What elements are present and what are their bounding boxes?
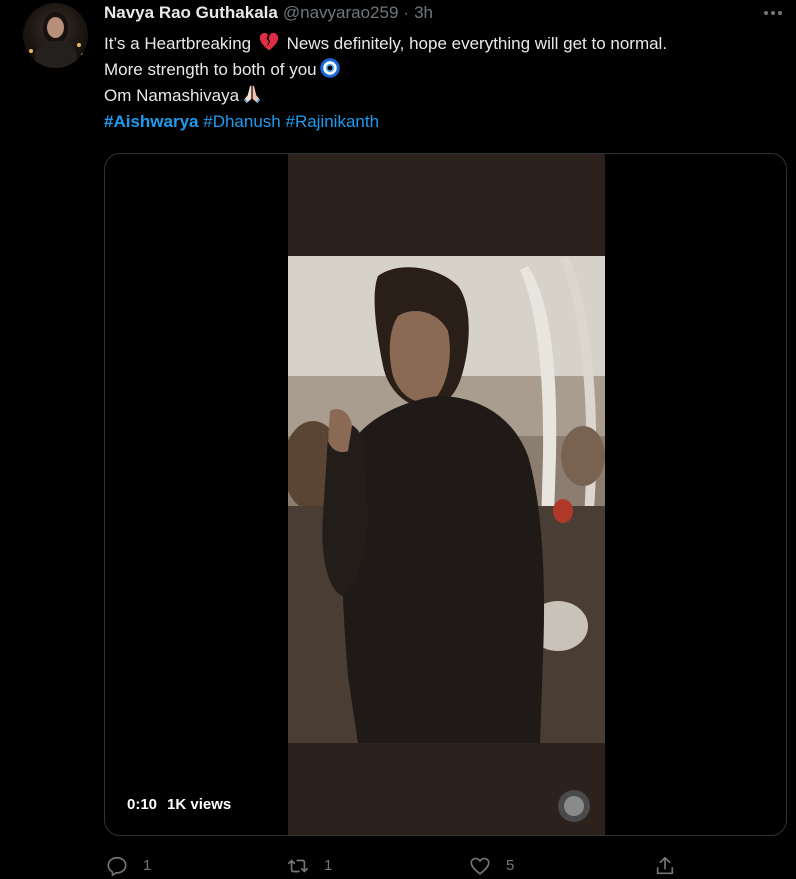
video-play-indicator-button[interactable] [558,790,590,822]
tweet-text-segment: More strength to both of you [104,60,317,79]
play-indicator-icon [564,796,584,816]
video-views: 1K views [167,796,232,813]
tweet-text-segment: News definitely, hope everything will ge… [286,34,668,53]
more-options-button[interactable] [760,5,786,21]
video-duration: 0:10 [127,796,158,813]
video-content[interactable] [288,154,605,835]
tweet[interactable]: Navya Rao Guthakala @navyarao259 · 3h It… [0,0,796,879]
reply-icon [107,856,127,876]
folded-hands-icon [244,85,261,104]
tweet-timestamp[interactable]: 3h [414,3,433,23]
tweet-text-line-3: Om Namashivaya [104,83,794,109]
retweet-count: 1 [324,857,333,874]
tweet-text-line-1: It’s a Heartbreaking News definitely, ho… [104,31,794,57]
like-count: 5 [506,857,515,874]
heart-icon [470,857,490,875]
share-button[interactable] [654,852,676,879]
avatar-face [47,17,64,38]
tweet-hashtags: #Aishwarya #Dhanush #Rajinikanth [104,109,794,135]
video-frame [288,256,605,743]
reply-button[interactable]: 1 [106,852,151,879]
retweet-button[interactable]: 1 [287,852,332,879]
nazar-amulet-icon [319,58,340,78]
retweet-icon [288,859,308,872]
header-separator: · [403,3,410,22]
hashtag-dhanush[interactable]: #Dhanush [203,112,281,131]
tweet-header: Navya Rao Guthakala @navyarao259 · 3h [104,2,433,24]
tweet-text-segment: Om Namashivaya [104,86,240,105]
broken-heart-icon [259,32,279,51]
more-dots-icon [764,11,782,15]
tweet-text: It’s a Heartbreaking News definitely, ho… [104,31,794,135]
share-icon [656,856,674,874]
author-handle[interactable]: @navyarao259 [283,3,399,23]
reply-count: 1 [143,857,152,874]
author-name[interactable]: Navya Rao Guthakala [104,3,278,23]
avatar-background-lights [29,49,33,53]
like-button[interactable]: 5 [469,852,514,879]
avatar[interactable] [23,3,88,68]
tweet-text-segment: It’s a Heartbreaking [104,34,252,53]
video-player[interactable]: 0:10 1K views [104,153,787,836]
video-info-badge: 0:10 1K views [127,796,231,816]
avatar-body [35,41,77,68]
tweet-actions: 1 1 5 [0,852,796,879]
video-scene-image [288,256,605,743]
hashtag-rajinikanth[interactable]: #Rajinikanth [285,112,379,131]
hashtag-aishwarya[interactable]: #Aishwarya [104,112,199,131]
tweet-text-line-2: More strength to both of you [104,57,794,83]
